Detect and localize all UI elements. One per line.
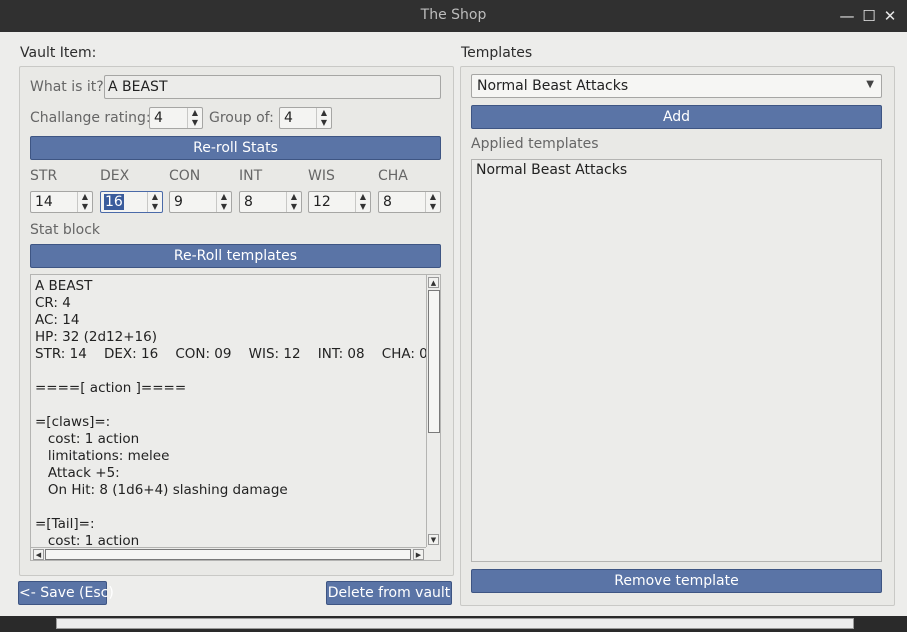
stat-value-str: 14 xyxy=(35,194,53,210)
stat-label-con: CON xyxy=(169,168,201,184)
maximize-icon[interactable]: ☐ xyxy=(860,7,878,25)
horizontal-scroll-thumb[interactable] xyxy=(45,549,411,560)
group-of-label: Group of: xyxy=(209,110,274,126)
stat-spinbox-wis[interactable]: 12 ▲ ▼ xyxy=(308,191,371,213)
applied-templates-label: Applied templates xyxy=(471,136,599,152)
remove-template-button[interactable]: Remove template xyxy=(471,569,882,593)
reroll-stats-button[interactable]: Re-roll Stats xyxy=(30,136,441,160)
group-of-value: 4 xyxy=(284,110,293,126)
minimize-icon[interactable]: — xyxy=(838,7,856,25)
save-button[interactable]: <- Save (Esc) xyxy=(18,581,114,605)
stat-block-horizontal-scrollbar[interactable]: ◀ ▶ xyxy=(31,547,426,560)
stat-stepper-int[interactable]: ▲ ▼ xyxy=(286,192,301,212)
close-icon[interactable]: ✕ xyxy=(881,7,899,25)
challenge-rating-stepper[interactable]: ▲ ▼ xyxy=(187,108,202,128)
up-arrow-icon[interactable]: ▲ xyxy=(148,192,162,202)
stat-value-int: 8 xyxy=(244,194,253,210)
stat-block-text: A BEAST CR: 4 AC: 14 HP: 32 (2d12+16) ST… xyxy=(35,278,436,549)
challenge-rating-value: 4 xyxy=(154,110,163,126)
templates-heading: Templates xyxy=(461,45,533,61)
applied-templates-list[interactable]: Normal Beast Attacks xyxy=(471,159,882,562)
stat-label-cha: CHA xyxy=(378,168,408,184)
list-item[interactable]: Normal Beast Attacks xyxy=(472,160,881,180)
what-is-it-label: What is it? xyxy=(30,79,104,95)
what-is-it-input[interactable]: A BEAST xyxy=(104,75,441,99)
stat-value-con: 9 xyxy=(174,194,183,210)
window-client-area: Vault Item: What is it? A BEAST Challang… xyxy=(0,32,907,616)
stat-label-wis: WIS xyxy=(308,168,335,184)
down-arrow-icon[interactable]: ▼ xyxy=(356,202,370,212)
stat-stepper-str[interactable]: ▲ ▼ xyxy=(77,192,92,212)
stat-spinbox-dex[interactable]: 16 ▲ ▼ xyxy=(100,191,163,213)
group-of-spinbox[interactable]: 4 ▲ ▼ xyxy=(279,107,332,129)
down-arrow-icon[interactable]: ▼ xyxy=(317,118,331,128)
scroll-down-arrow-icon[interactable]: ▼ xyxy=(428,534,439,545)
background-window-strip xyxy=(0,616,907,632)
stat-stepper-cha[interactable]: ▲ ▼ xyxy=(425,192,440,212)
scroll-up-arrow-icon[interactable]: ▲ xyxy=(428,277,439,288)
stat-value-dex: 16 xyxy=(104,194,124,210)
stat-value-wis: 12 xyxy=(313,194,331,210)
stat-stepper-dex[interactable]: ▲ ▼ xyxy=(147,192,162,212)
scroll-right-arrow-icon[interactable]: ▶ xyxy=(413,549,424,560)
group-of-stepper[interactable]: ▲ ▼ xyxy=(316,108,331,128)
up-arrow-icon[interactable]: ▲ xyxy=(78,192,92,202)
background-window-edge xyxy=(56,618,854,629)
template-select-value: Normal Beast Attacks xyxy=(477,78,629,94)
stat-spinbox-cha[interactable]: 8 ▲ ▼ xyxy=(378,191,441,213)
down-arrow-icon[interactable]: ▼ xyxy=(78,202,92,212)
up-arrow-icon[interactable]: ▲ xyxy=(188,108,202,118)
stat-block-label: Stat block xyxy=(30,222,101,238)
stat-spinbox-int[interactable]: 8 ▲ ▼ xyxy=(239,191,302,213)
up-arrow-icon[interactable]: ▲ xyxy=(317,108,331,118)
vertical-scroll-thumb[interactable] xyxy=(428,290,440,433)
challenge-rating-spinbox[interactable]: 4 ▲ ▼ xyxy=(149,107,203,129)
up-arrow-icon[interactable]: ▲ xyxy=(356,192,370,202)
up-arrow-icon[interactable]: ▲ xyxy=(426,192,440,202)
down-arrow-icon[interactable]: ▼ xyxy=(148,202,162,212)
add-template-button[interactable]: Add xyxy=(471,105,882,129)
window-title: The Shop xyxy=(420,7,487,23)
scroll-left-arrow-icon[interactable]: ◀ xyxy=(33,549,44,560)
stat-spinbox-con[interactable]: 9 ▲ ▼ xyxy=(169,191,232,213)
up-arrow-icon[interactable]: ▲ xyxy=(217,192,231,202)
stat-spinbox-str[interactable]: 14 ▲ ▼ xyxy=(30,191,93,213)
stat-label-dex: DEX xyxy=(100,168,130,184)
stat-stepper-con[interactable]: ▲ ▼ xyxy=(216,192,231,212)
up-arrow-icon[interactable]: ▲ xyxy=(287,192,301,202)
reroll-templates-button[interactable]: Re-Roll templates xyxy=(30,244,441,268)
stat-block-textarea[interactable]: A BEAST CR: 4 AC: 14 HP: 32 (2d12+16) ST… xyxy=(30,274,441,561)
down-arrow-icon[interactable]: ▼ xyxy=(217,202,231,212)
challenge-rating-label: Challange rating: xyxy=(30,110,151,126)
vault-item-heading: Vault Item: xyxy=(20,45,97,61)
down-arrow-icon[interactable]: ▼ xyxy=(287,202,301,212)
delete-from-vault-button[interactable]: Delete from vault xyxy=(326,581,452,605)
down-arrow-icon[interactable]: ▼ xyxy=(188,118,202,128)
stat-label-int: INT xyxy=(239,168,263,184)
stat-label-str: STR xyxy=(30,168,58,184)
down-arrow-icon[interactable]: ▼ xyxy=(426,202,440,212)
template-select[interactable]: Normal Beast Attacks ▼ xyxy=(471,74,882,98)
stat-value-cha: 8 xyxy=(383,194,392,210)
stat-block-vertical-scrollbar[interactable]: ▲ ▼ xyxy=(426,275,440,547)
stat-stepper-wis[interactable]: ▲ ▼ xyxy=(355,192,370,212)
chevron-down-icon[interactable]: ▼ xyxy=(866,79,874,90)
title-bar: The Shop — ☐ ✕ xyxy=(0,0,907,32)
